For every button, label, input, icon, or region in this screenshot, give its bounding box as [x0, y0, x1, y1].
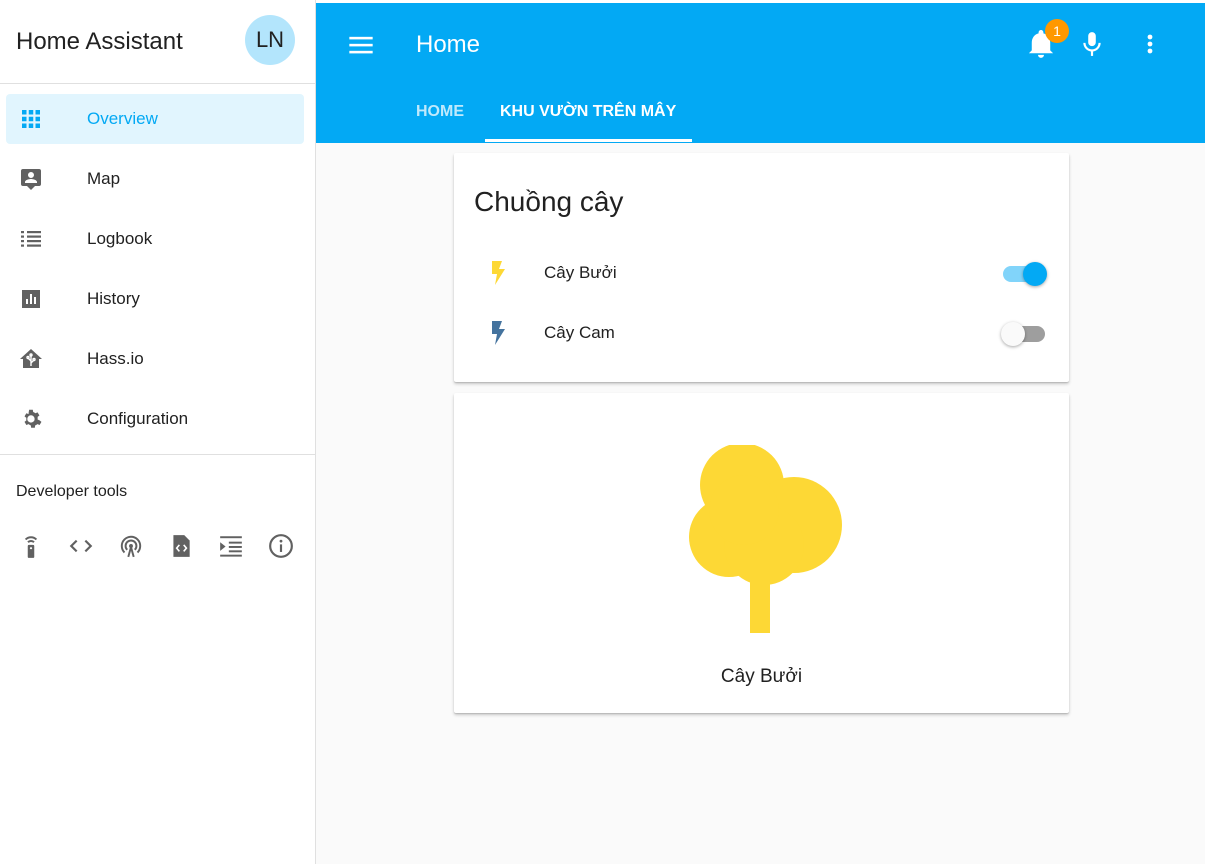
- file-code-icon[interactable]: [168, 533, 194, 559]
- flash-icon: [492, 321, 505, 345]
- sidebar-item-label: Configuration: [87, 409, 189, 428]
- picture-entity-card[interactable]: Cây Bưởi: [454, 393, 1069, 713]
- code-tags-icon[interactable]: [68, 533, 94, 559]
- sidebar-item-label: History: [87, 289, 140, 308]
- entity-name[interactable]: Cây Bưởi: [544, 263, 617, 283]
- menu-icon[interactable]: [347, 31, 375, 59]
- toggle-knob: [1023, 262, 1047, 286]
- sidebar-title: Home Assistant: [16, 27, 183, 55]
- card-title: Chuồng cây: [474, 186, 624, 217]
- chart-box-icon: [22, 290, 40, 308]
- app-header: Home 1 HOME KHU VƯỜN TRÊN MÂY: [316, 0, 1205, 143]
- microphone-icon[interactable]: [1079, 29, 1105, 59]
- format-indent-icon[interactable]: [218, 533, 244, 559]
- developer-tools-title: Developer tools: [16, 483, 128, 500]
- sidebar-item-overview[interactable]: Overview: [6, 94, 304, 144]
- active-tab-indicator: [485, 139, 692, 142]
- sidebar-item-configuration[interactable]: Configuration: [6, 394, 304, 444]
- remote-icon[interactable]: [18, 533, 44, 559]
- home-assistant-icon: [20, 349, 42, 368]
- entity-row-cay-buoi: Cây Bưởi: [454, 253, 1069, 293]
- tree-icon: [689, 445, 842, 633]
- notification-badge: 1: [1045, 19, 1069, 43]
- entity-row-cay-cam: Cây Cam: [454, 313, 1069, 353]
- picture-label: Cây Bưởi: [720, 666, 803, 687]
- information-outline-icon[interactable]: [268, 533, 294, 559]
- sidebar-item-label: Hass.io: [87, 349, 144, 368]
- sidebar-item-map[interactable]: Map: [6, 154, 304, 204]
- entities-card: Chuồng cây Cây Bưởi Cây Cam: [454, 153, 1069, 382]
- developer-tools: [18, 533, 318, 559]
- more-vertical-icon[interactable]: [1138, 30, 1162, 58]
- sidebar-item-label: Overview: [87, 109, 158, 128]
- sidebar-item-history[interactable]: History: [6, 274, 304, 324]
- page-title: Home: [416, 31, 481, 58]
- entity-toggle-cay-buoi[interactable]: [1001, 262, 1047, 286]
- sidebar-nav: Overview Map Logbook History Hass.io Con…: [0, 84, 315, 444]
- sidebar-header: Home Assistant LN: [0, 0, 315, 84]
- sidebar-item-label: Logbook: [87, 229, 153, 248]
- tab-home[interactable]: HOME: [416, 103, 464, 121]
- sidebar-item-hassio[interactable]: Hass.io: [6, 334, 304, 384]
- user-avatar[interactable]: LN: [245, 15, 295, 65]
- view-dashboard-icon: [22, 110, 40, 128]
- entity-toggle-cay-cam[interactable]: [1001, 322, 1047, 346]
- sidebar-divider: [0, 454, 315, 455]
- account-location-icon: [21, 169, 41, 190]
- format-list-bulleted-icon: [21, 231, 41, 247]
- settings-icon: [24, 409, 42, 428]
- sidebar-item-logbook[interactable]: Logbook: [6, 214, 304, 264]
- flash-icon: [492, 261, 505, 285]
- sidebar-item-label: Map: [87, 169, 121, 188]
- tab-khu-vuon-tren-may[interactable]: KHU VƯỜN TRÊN MÂY: [500, 103, 676, 121]
- entity-name[interactable]: Cây Cam: [544, 323, 615, 343]
- sidebar: Home Assistant LN Overview Map Logbook H…: [0, 0, 316, 864]
- toggle-knob: [1001, 322, 1025, 346]
- access-point-icon[interactable]: [118, 533, 144, 559]
